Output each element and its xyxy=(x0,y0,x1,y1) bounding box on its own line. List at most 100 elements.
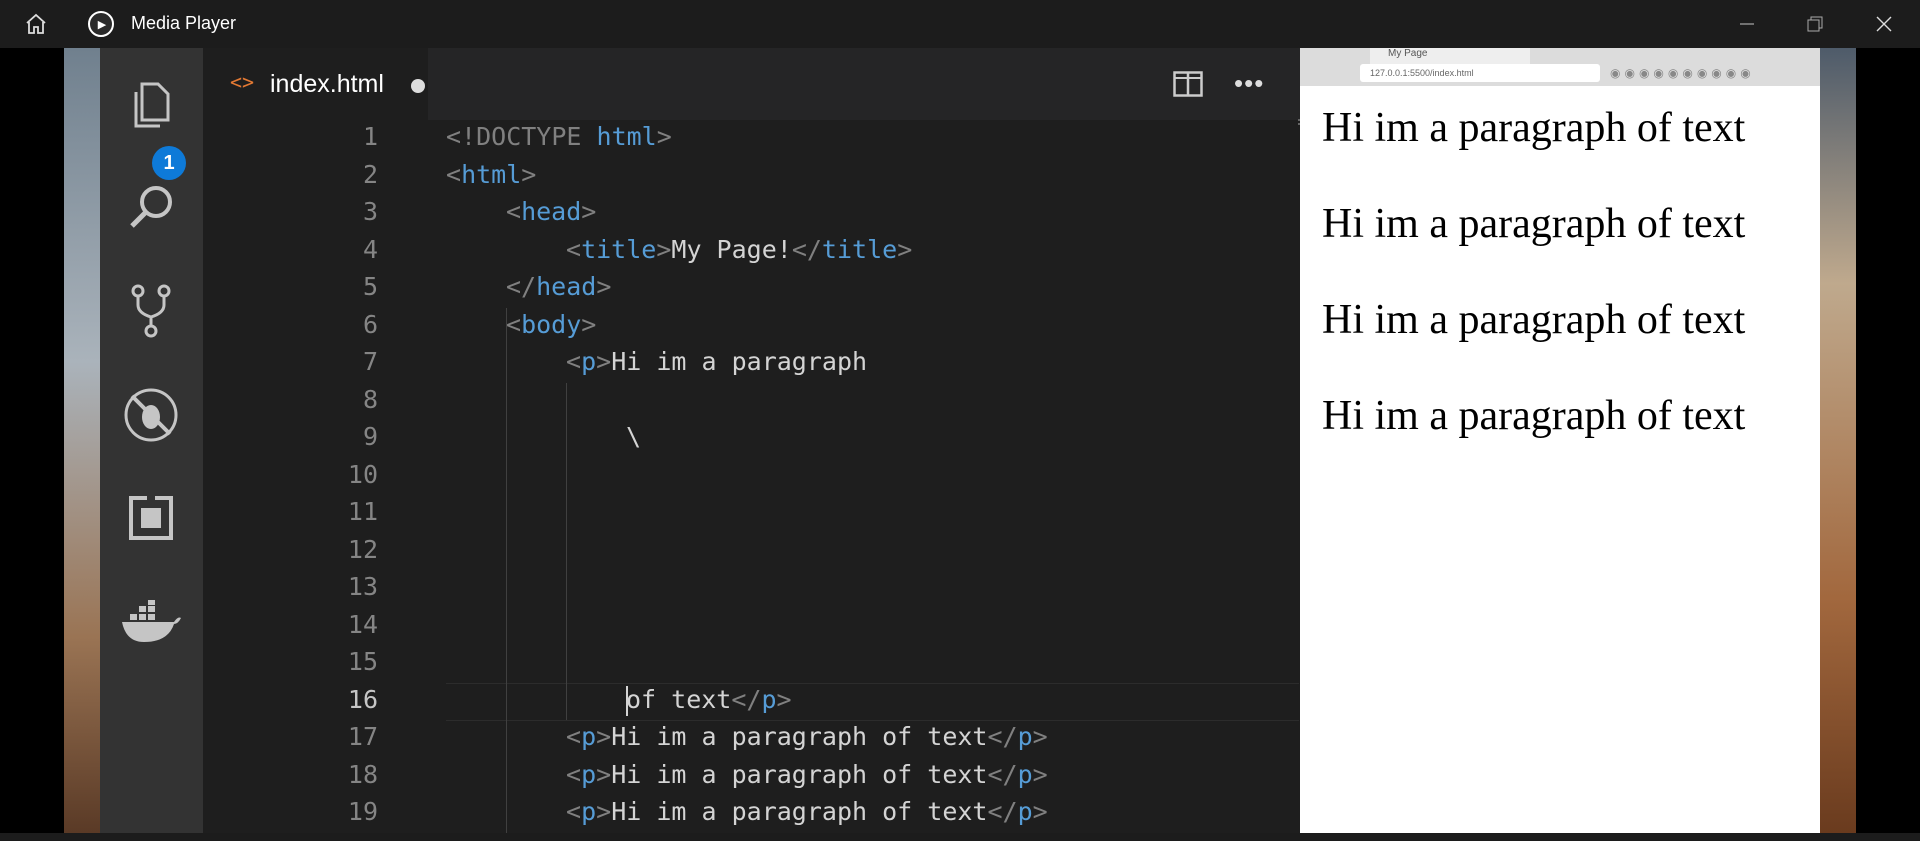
browser-extension-icons[interactable]: ◉◉◉◉◉◉◉◉◉◉ xyxy=(1610,66,1755,80)
code-text: of text xyxy=(626,684,732,714)
line-number: 6 xyxy=(362,309,378,339)
line-number: 3 xyxy=(362,197,378,226)
code-bracket: < xyxy=(506,197,522,226)
line-number: 2 xyxy=(362,159,378,189)
explorer-button[interactable] xyxy=(118,72,184,138)
minimize-icon xyxy=(1740,23,1754,25)
more-actions-icon[interactable]: ••• xyxy=(1234,68,1264,99)
extensions-button[interactable] xyxy=(118,485,184,551)
code-bracket: </ xyxy=(987,722,1018,751)
address-bar[interactable]: 127.0.0.1:5500/index.html xyxy=(1360,64,1600,82)
code-text: Hi im a paragraph of text xyxy=(611,759,988,789)
extensions-icon xyxy=(129,494,173,540)
code-bracket: < xyxy=(566,722,582,751)
code-tag-name: html xyxy=(461,159,522,189)
code-bracket: </ xyxy=(987,797,1018,826)
line-number: 13 xyxy=(347,572,378,601)
code-bracket: > xyxy=(581,309,597,339)
code-bracket: > xyxy=(596,272,612,301)
code-bracket: > xyxy=(1032,797,1048,826)
line-number: 1 xyxy=(362,122,378,151)
line-number: 19 xyxy=(347,797,378,826)
code-bracket: > xyxy=(656,122,672,151)
code-tag-name: html xyxy=(596,122,657,151)
indent-guide xyxy=(506,307,507,833)
code-bracket: > xyxy=(1032,759,1048,789)
html-file-icon: <> xyxy=(230,70,255,94)
code-tag-name: p xyxy=(581,797,597,826)
home-icon xyxy=(26,13,46,34)
code-bracket: <!DOCTYPE xyxy=(446,122,597,151)
code-bracket: > xyxy=(596,759,612,789)
source-control-button[interactable] xyxy=(118,278,184,344)
search-icon xyxy=(130,186,172,228)
restore-icon xyxy=(1807,16,1823,32)
restore-button[interactable] xyxy=(1800,12,1830,36)
line-number: 18 xyxy=(347,759,378,789)
code-line: \ xyxy=(626,422,641,451)
desktop-wallpaper-right xyxy=(1820,48,1856,833)
line-number: 7 xyxy=(362,347,378,376)
code-line: <title>My Page!</title> xyxy=(566,235,912,264)
code-line: </head> xyxy=(506,272,611,301)
browser-tab[interactable]: My Page xyxy=(1370,48,1530,64)
code-tag-name: body xyxy=(521,309,582,339)
minimize-button[interactable] xyxy=(1732,12,1762,36)
code-editor[interactable]: 1234567891011121314151617181920 <!DOCTYP… xyxy=(203,120,1300,833)
code-bracket: </ xyxy=(791,234,822,264)
code-bracket: > xyxy=(596,722,612,751)
close-icon xyxy=(1876,16,1892,32)
code-bracket: < xyxy=(506,309,522,339)
unsaved-dot-icon[interactable] xyxy=(411,79,425,93)
code-line: <body> xyxy=(506,310,596,339)
line-number: 17 xyxy=(347,722,378,751)
code-text: \ xyxy=(626,422,642,451)
code-bracket: > xyxy=(776,684,792,714)
code-bracket: </ xyxy=(731,684,762,714)
docker-button[interactable] xyxy=(118,590,184,656)
code-bracket: > xyxy=(596,797,612,826)
code-line: <p>Hi im a paragraph of text</p> xyxy=(566,760,1048,789)
code-tag-name: p xyxy=(1017,797,1033,826)
code-line: <!DOCTYPE html> xyxy=(446,122,672,151)
code-line: <p>Hi im a paragraph of text</p> xyxy=(566,797,1048,826)
search-button[interactable] xyxy=(118,174,184,240)
media-player-titlebar: ▶ Media Player xyxy=(0,0,1920,48)
line-number: 5 xyxy=(362,272,378,301)
line-number: 11 xyxy=(347,497,378,526)
debug-button[interactable] xyxy=(118,382,184,448)
line-number: 8 xyxy=(362,384,378,414)
video-frame: 1 <> index.html ••• 1 2 3 4 5 6 7 8 9 10… xyxy=(64,48,1856,833)
line-number: 14 xyxy=(347,609,378,639)
home-button[interactable] xyxy=(20,10,52,38)
code-bracket: < xyxy=(446,159,462,189)
code-text: Hi im a paragraph of text xyxy=(611,797,988,826)
split-editor-button[interactable] xyxy=(1173,71,1203,97)
line-number: 9 xyxy=(362,422,378,451)
close-button[interactable] xyxy=(1869,12,1899,36)
rendered-paragraph: Hi im a paragraph of text xyxy=(1322,201,1746,247)
code-tag-name: head xyxy=(536,272,597,301)
rendered-paragraph: Hi im a paragraph of text xyxy=(1322,105,1746,151)
app-title: Media Player xyxy=(131,13,237,33)
code-text: Hi im a paragraph of text xyxy=(611,722,988,751)
debug-icon xyxy=(124,388,178,442)
line-number: 12 xyxy=(347,534,378,564)
line-number: 15 xyxy=(347,647,378,676)
rendered-paragraph: Hi im a paragraph of text xyxy=(1322,393,1746,439)
code-text: Hi im a paragraph xyxy=(611,347,868,376)
code-text: My Page! xyxy=(671,234,792,264)
desktop-wallpaper-left xyxy=(64,48,100,833)
code-bracket: < xyxy=(566,347,582,376)
tab-filename: index.html xyxy=(270,70,384,98)
code-line: of text</p> xyxy=(626,685,792,714)
code-bracket: < xyxy=(566,759,582,789)
media-player-logo-icon: ▶ xyxy=(88,11,114,37)
source-control-icon xyxy=(131,284,171,338)
code-bracket: > xyxy=(581,197,597,226)
line-number: 10 xyxy=(347,459,378,489)
code-bracket: > xyxy=(897,234,913,264)
current-line-highlight xyxy=(446,682,1299,721)
code-tag-name: p xyxy=(581,759,597,789)
code-bracket: > xyxy=(1032,722,1048,751)
